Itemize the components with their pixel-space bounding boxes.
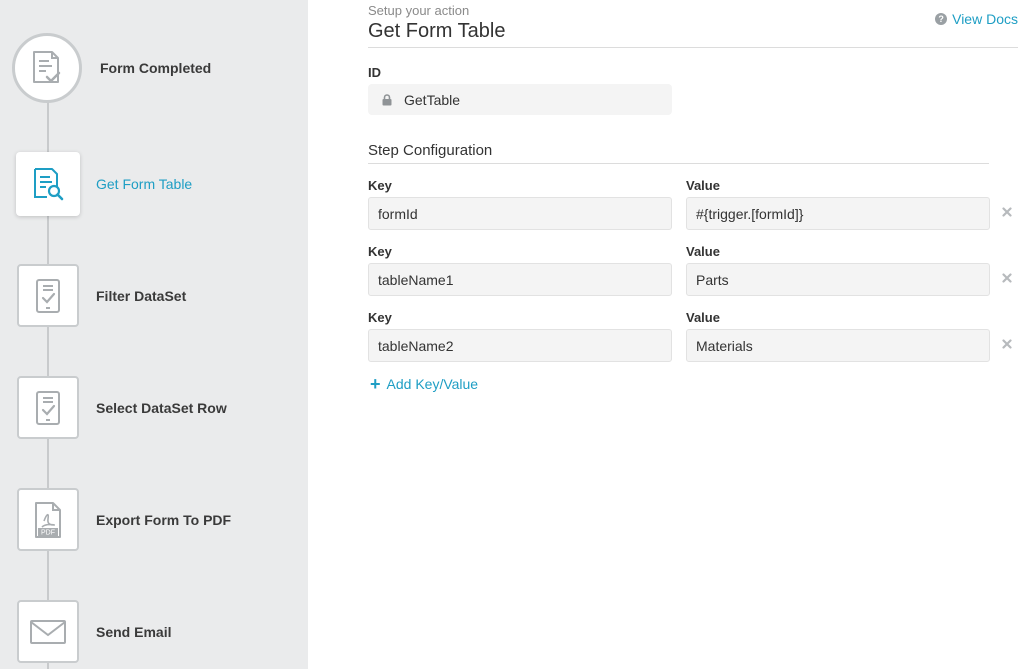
step-label: Filter DataSet [96, 288, 187, 304]
remove-row-icon[interactable] [1001, 338, 1013, 350]
id-value: GetTable [404, 91, 461, 108]
tablet-check-icon [17, 264, 79, 327]
step-export-form-to-pdf[interactable]: PDF Export Form To PDF [0, 488, 308, 552]
step-label: Form Completed [100, 60, 212, 76]
svg-text:PDF: PDF [41, 529, 55, 536]
step-filter-dataset[interactable]: Filter DataSet [0, 264, 308, 328]
page-subtitle: Setup your action [368, 3, 470, 18]
step-configuration-title: Step Configuration [368, 142, 493, 159]
key-label: Key [368, 310, 392, 325]
step-form-completed[interactable]: Form Completed [0, 33, 308, 103]
step-get-form-table[interactable]: Get Form Table [0, 152, 308, 216]
value-input[interactable] [686, 263, 990, 296]
key-value-row: Key Value [368, 244, 1018, 310]
header-divider [368, 47, 1018, 48]
value-label: Value [686, 178, 720, 193]
key-value-row: Key Value [368, 310, 1018, 376]
envelope-icon [17, 600, 79, 663]
plus-icon: + [370, 374, 381, 394]
workflow-sidebar: Form Completed Get Form Table Filter Dat… [0, 0, 308, 669]
lock-icon [382, 93, 392, 106]
step-select-dataset-row[interactable]: Select DataSet Row [0, 376, 308, 440]
value-label: Value [686, 310, 720, 325]
form-check-icon [12, 33, 82, 103]
page-title: Get Form Table [368, 20, 506, 42]
step-label: Get Form Table [96, 176, 193, 192]
key-input[interactable] [368, 197, 672, 230]
section-divider [368, 163, 989, 164]
remove-row-icon[interactable] [1001, 206, 1013, 218]
view-docs-label: View Docs [952, 11, 1018, 27]
tablet-check-icon [17, 376, 79, 439]
key-label: Key [368, 178, 392, 193]
key-input[interactable] [368, 263, 672, 296]
id-field: GetTable [368, 84, 672, 115]
value-label: Value [686, 244, 720, 259]
key-input[interactable] [368, 329, 672, 362]
remove-row-icon[interactable] [1001, 272, 1013, 284]
action-config-panel: Setup your action Get Form Table ? View … [368, 0, 1018, 669]
add-key-value-label: Add Key/Value [386, 376, 479, 392]
step-label: Select DataSet Row [96, 400, 227, 416]
add-key-value-button[interactable]: + Add Key/Value [370, 374, 479, 394]
value-input[interactable] [686, 329, 990, 362]
step-label: Send Email [96, 624, 172, 640]
step-label: Export Form To PDF [96, 512, 232, 528]
id-label: ID [368, 65, 381, 80]
key-label: Key [368, 244, 392, 259]
value-input[interactable] [686, 197, 990, 230]
help-icon: ? [935, 13, 948, 25]
pdf-file-icon: PDF [17, 488, 79, 551]
key-value-row: Key Value [368, 178, 1018, 244]
view-docs-link[interactable]: ? View Docs [935, 11, 1018, 27]
step-send-email[interactable]: Send Email [0, 600, 308, 664]
form-search-icon [16, 152, 80, 216]
